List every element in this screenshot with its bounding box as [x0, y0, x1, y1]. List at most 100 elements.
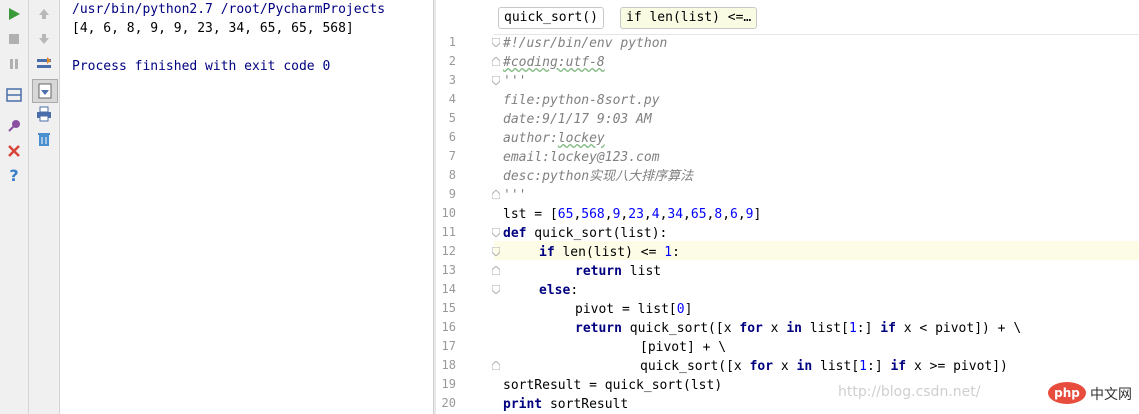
print-icon[interactable]	[34, 104, 54, 124]
code-line-7: email:lockey@123.com	[503, 150, 660, 165]
code-token: quick_sort([x	[640, 359, 750, 374]
line-number: 13	[441, 263, 456, 277]
console-command-line: /usr/bin/python2.7 /root/PycharmProjects	[72, 2, 386, 17]
keyword-token: return	[575, 321, 622, 336]
code-token: x >= pivot])	[906, 359, 1008, 374]
code-token: :]	[856, 321, 881, 336]
fold-marker-icon[interactable]	[492, 228, 500, 237]
number-token: 1	[848, 321, 857, 336]
fold-marker-icon[interactable]	[492, 266, 500, 275]
keyword-token: else	[539, 283, 571, 298]
pin-icon[interactable]	[4, 116, 24, 136]
line-number: 12	[441, 244, 456, 258]
line-number: 8	[448, 168, 456, 182]
code-token: ]	[684, 302, 693, 317]
code-line-1: #!/usr/bin/env python	[503, 36, 668, 51]
code-line-9: '''	[503, 188, 527, 203]
docstring-text: author:	[503, 131, 558, 146]
number-token: 9	[745, 207, 754, 222]
code-token: :	[570, 283, 579, 298]
number-token: 1	[664, 245, 673, 260]
number-token: 568	[581, 207, 605, 222]
docstring-chinese: 实现八大排序算法	[589, 169, 694, 184]
keyword-token: in	[786, 321, 802, 336]
code-line-20: print sortResult	[503, 395, 628, 414]
breadcrumb-function[interactable]: quick_sort()	[498, 7, 604, 29]
line-number: 5	[448, 111, 456, 125]
number-token: 6	[730, 207, 738, 222]
code-token: :]	[867, 359, 891, 374]
keyword-token: return	[575, 264, 622, 279]
down-arrow-icon[interactable]	[34, 29, 54, 49]
number-token: 4	[651, 207, 660, 222]
line-number: 1	[448, 35, 456, 49]
keyword-token: for	[739, 321, 763, 336]
run-console[interactable]: /usr/bin/python2.7 /root/PycharmProjects…	[60, 0, 433, 414]
code-token: lst = [	[503, 207, 558, 222]
scroll-to-end-icon[interactable]	[32, 79, 58, 103]
line-number: 18	[441, 358, 456, 372]
line-number: 17	[441, 339, 456, 353]
line-number: 6	[448, 130, 456, 144]
code-line-5: date:9/1/17 9:03 AM	[503, 112, 652, 127]
docstring-text: desc:python	[503, 169, 590, 184]
code-token: sortResult	[542, 397, 629, 412]
code-token: list[	[802, 321, 849, 336]
number-token: 1	[859, 359, 867, 374]
close-icon[interactable]	[4, 141, 24, 161]
line-number: 19	[441, 377, 456, 391]
trash-icon[interactable]	[34, 129, 54, 149]
run-icon[interactable]	[4, 4, 24, 24]
code-line-10: lst = [65,568,9,23,4,34,65,8,6,9]	[503, 207, 762, 222]
keyword-token: print	[503, 397, 543, 412]
code-token: :	[672, 245, 680, 260]
console-exit-line: Process finished with exit code 0	[72, 59, 331, 74]
help-icon[interactable]: ?	[4, 165, 24, 185]
console-toolbar	[29, 0, 60, 414]
number-token: 65	[690, 207, 707, 222]
line-number: 20	[441, 396, 456, 410]
code-line-17: [pivot] + \	[640, 340, 727, 355]
code-line-11: def quick_sort(list):	[503, 224, 667, 243]
code-line-6: author:lockey	[503, 129, 605, 148]
code-line-19: sortResult = quick_sort(lst)	[503, 378, 723, 393]
fold-marker-icon[interactable]	[492, 247, 500, 256]
line-number: 2	[448, 54, 456, 68]
line-number-gutter[interactable]: 1 2 3 4 5 6 7 8 9 10 11 12 13 14 15 16 1…	[436, 34, 500, 414]
code-token: list	[621, 264, 662, 279]
code-editor[interactable]: quick_sort() if len(list) <=… 1 2 3 4 5 …	[436, 0, 1139, 414]
line-number: 10	[441, 206, 456, 220]
fold-marker-icon[interactable]	[492, 285, 500, 294]
code-token: len(list) <=	[554, 245, 665, 260]
keyword-token: in	[796, 359, 813, 374]
line-number: 9	[448, 187, 456, 201]
fold-marker-icon[interactable]	[492, 57, 500, 66]
watermark-site: 中文网	[1090, 387, 1132, 403]
number-token: 9	[612, 207, 621, 222]
fold-marker-icon[interactable]	[492, 76, 500, 85]
code-line-12: if len(list) <= 1:	[539, 243, 680, 262]
fold-marker-icon[interactable]	[492, 361, 500, 370]
pause-icon[interactable]	[4, 54, 24, 74]
line-number: 3	[448, 73, 456, 87]
code-line-16: return quick_sort([x for x in list[1:] i…	[575, 319, 1021, 338]
number-token: 65	[557, 207, 574, 222]
keyword-token: if	[880, 321, 896, 336]
coding-comment: #coding:utf-8	[503, 55, 605, 70]
breadcrumb-if[interactable]: if len(list) <=…	[620, 7, 758, 29]
up-arrow-icon[interactable]	[34, 4, 54, 24]
layout-icon[interactable]	[4, 85, 24, 105]
line-number: 11	[441, 225, 456, 239]
code-token: pivot = list[	[575, 302, 677, 317]
keyword-token: for	[749, 359, 774, 374]
fold-marker-icon[interactable]	[492, 190, 500, 199]
number-token: 0	[676, 302, 685, 317]
breadcrumb: quick_sort() if len(list) <=…	[436, 0, 1139, 35]
code-token: x	[773, 359, 797, 374]
code-line-3: '''	[503, 74, 527, 89]
stop-icon[interactable]	[4, 29, 24, 49]
fold-marker-icon[interactable]	[492, 38, 500, 47]
code-line-14: else:	[539, 281, 578, 300]
line-number: 16	[441, 320, 456, 334]
rerun-icon[interactable]	[34, 54, 54, 74]
